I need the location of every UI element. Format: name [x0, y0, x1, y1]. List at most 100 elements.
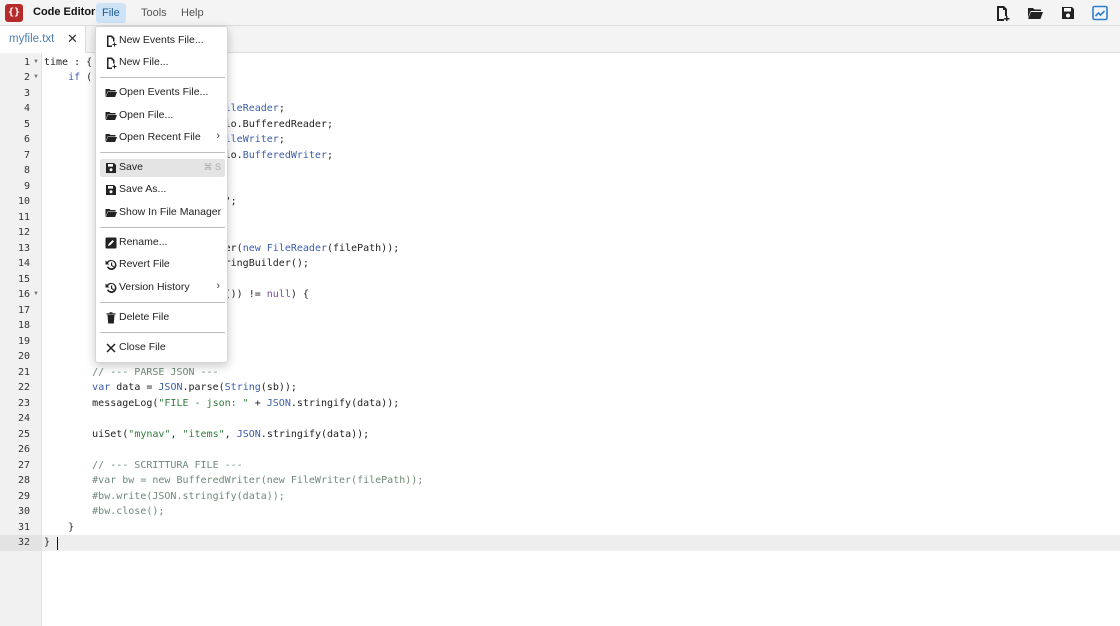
- line-number: 9: [23, 180, 30, 192]
- menu-item-save[interactable]: Save ⌘ S: [100, 159, 225, 177]
- menu-item-label: Rename...: [119, 236, 168, 248]
- menu-item-label: Open Events File...: [119, 86, 209, 98]
- menu-item-open-recent-file[interactable]: Open Recent File ›: [100, 129, 225, 147]
- line-number: 26: [17, 444, 30, 455]
- fold-toggle-icon[interactable]: ▼: [33, 55, 39, 71]
- menu-item-label: Delete File: [119, 311, 170, 323]
- menu-item-rename[interactable]: Rename...: [100, 234, 225, 252]
- menu-item-show-in-file-manager[interactable]: Show In File Manager: [100, 204, 225, 222]
- menu-item-label: Save As...: [119, 183, 167, 195]
- close-icon: [105, 342, 117, 354]
- menu-item-label: Version History: [119, 281, 190, 293]
- line-number: 28: [17, 475, 30, 486]
- line-number: 6: [23, 134, 30, 145]
- line-number: 1: [23, 56, 30, 68]
- code-line[interactable]: }: [44, 535, 50, 551]
- line-number: 18: [17, 320, 30, 331]
- code-line[interactable]: // --- SCRITTURA FILE ---: [44, 458, 243, 474]
- line-number: 8: [23, 165, 30, 176]
- menu-item-open-events-file[interactable]: Open Events File...: [100, 84, 225, 102]
- line-number: 29: [17, 490, 30, 502]
- line-number: 24: [17, 413, 30, 424]
- save-icon: [105, 184, 117, 196]
- preview-icon[interactable]: [1092, 5, 1108, 21]
- chevron-right-icon: ›: [216, 130, 220, 142]
- menu-separator: [100, 227, 225, 228]
- app-title: Code Editor: [33, 6, 96, 18]
- line-number: 14: [17, 258, 30, 269]
- code-line[interactable]: uiSet("mynav", "items", JSON.stringify(d…: [44, 427, 369, 443]
- menu-separator: [100, 332, 225, 333]
- code-line[interactable]: time : {: [44, 55, 92, 71]
- line-number: 12: [17, 227, 30, 238]
- menu-separator: [100, 302, 225, 303]
- chevron-right-icon: ›: [216, 280, 220, 292]
- line-number: 22: [17, 382, 30, 393]
- menu-item-delete-file[interactable]: Delete File: [100, 309, 225, 327]
- folder-icon: [105, 87, 117, 99]
- line-number: 30: [17, 506, 30, 517]
- tab-close-icon[interactable]: ✕: [67, 31, 78, 47]
- menu-item-label: Show In File Manager: [119, 206, 222, 218]
- line-number: 21: [17, 366, 30, 378]
- open-folder-icon[interactable]: [1027, 5, 1043, 21]
- code-line[interactable]: #bw.close();: [44, 504, 164, 520]
- menu-tools[interactable]: Tools: [135, 3, 173, 23]
- code-line[interactable]: #var bw = new BufferedWriter(new FileWri…: [44, 473, 423, 489]
- line-number: 5: [23, 118, 30, 130]
- new-file-icon: [105, 57, 117, 69]
- trash-icon: [105, 312, 117, 324]
- line-number-gutter: 1 ▼ 2 ▼ 3 4 5 6 7 8 9 10 11 12 13 14 15 16 ▼ 17 18 19 20 21 22 23…: [0, 53, 42, 626]
- line-number: 4: [23, 103, 30, 114]
- history-icon: [105, 282, 117, 294]
- menu-item-version-history[interactable]: Version History ›: [100, 279, 225, 297]
- line-number: 16: [17, 289, 30, 300]
- code-line[interactable]: }: [44, 520, 74, 536]
- code-line[interactable]: var data = JSON.parse(String(sb));: [44, 380, 297, 396]
- menu-item-label: Revert File: [119, 258, 170, 270]
- code-line[interactable]: #bw.write(JSON.stringify(data));: [44, 489, 285, 505]
- new-file-icon[interactable]: [994, 5, 1010, 21]
- fold-toggle-icon[interactable]: ▼: [33, 70, 39, 86]
- line-number: 32: [17, 537, 30, 548]
- folder-icon: [105, 110, 117, 122]
- app-logo-icon: {}: [5, 4, 23, 22]
- menu-item-open-file[interactable]: Open File...: [100, 107, 225, 125]
- menu-item-label: Close File: [119, 341, 166, 353]
- menu-item-close-file[interactable]: Close File: [100, 339, 225, 357]
- line-number: 20: [17, 351, 30, 362]
- save-icon[interactable]: [1060, 5, 1076, 21]
- history-icon: [105, 259, 117, 271]
- line-number: 25: [17, 428, 30, 440]
- line-number: 10: [17, 196, 30, 207]
- top-bar: {} Code Editor File Tools Help: [0, 0, 1120, 26]
- menu-item-save-as[interactable]: Save As...: [100, 181, 225, 199]
- menu-item-label: Save: [119, 161, 143, 173]
- line-number: 15: [17, 273, 30, 285]
- menu-item-label: Open Recent File: [119, 131, 201, 143]
- menu-help[interactable]: Help: [175, 3, 210, 23]
- line-number: 7: [23, 149, 30, 161]
- code-line[interactable]: if (: [44, 70, 92, 86]
- menu-file[interactable]: File: [96, 3, 126, 23]
- menu-item-label: New File...: [119, 56, 169, 68]
- text-caret: [57, 536, 58, 550]
- code-line[interactable]: // --- PARSE JSON ---: [44, 365, 218, 381]
- fold-toggle-icon[interactable]: ▼: [33, 287, 39, 303]
- new-file-icon: [105, 35, 117, 47]
- file-menu-dropdown: New Events File... New File... Open Events…: [95, 26, 228, 363]
- save-icon: [105, 162, 117, 174]
- code-line[interactable]: messageLog("FILE - json: " + JSON.string…: [44, 396, 399, 412]
- line-number: 31: [17, 521, 30, 533]
- tab-label: myfile.txt: [9, 33, 55, 45]
- active-line-highlight: [42, 535, 1120, 551]
- menu-item-new-events-file[interactable]: New Events File...: [100, 32, 225, 50]
- tab-myfile[interactable]: myfile.txt ✕: [0, 26, 86, 53]
- menu-item-revert-file[interactable]: Revert File: [100, 256, 225, 274]
- menu-separator: [100, 77, 225, 78]
- folder-icon: [105, 207, 117, 219]
- line-number: 23: [17, 397, 30, 409]
- line-number: 3: [23, 87, 30, 99]
- line-number: 27: [17, 459, 30, 471]
- menu-item-new-file[interactable]: New File...: [100, 54, 225, 72]
